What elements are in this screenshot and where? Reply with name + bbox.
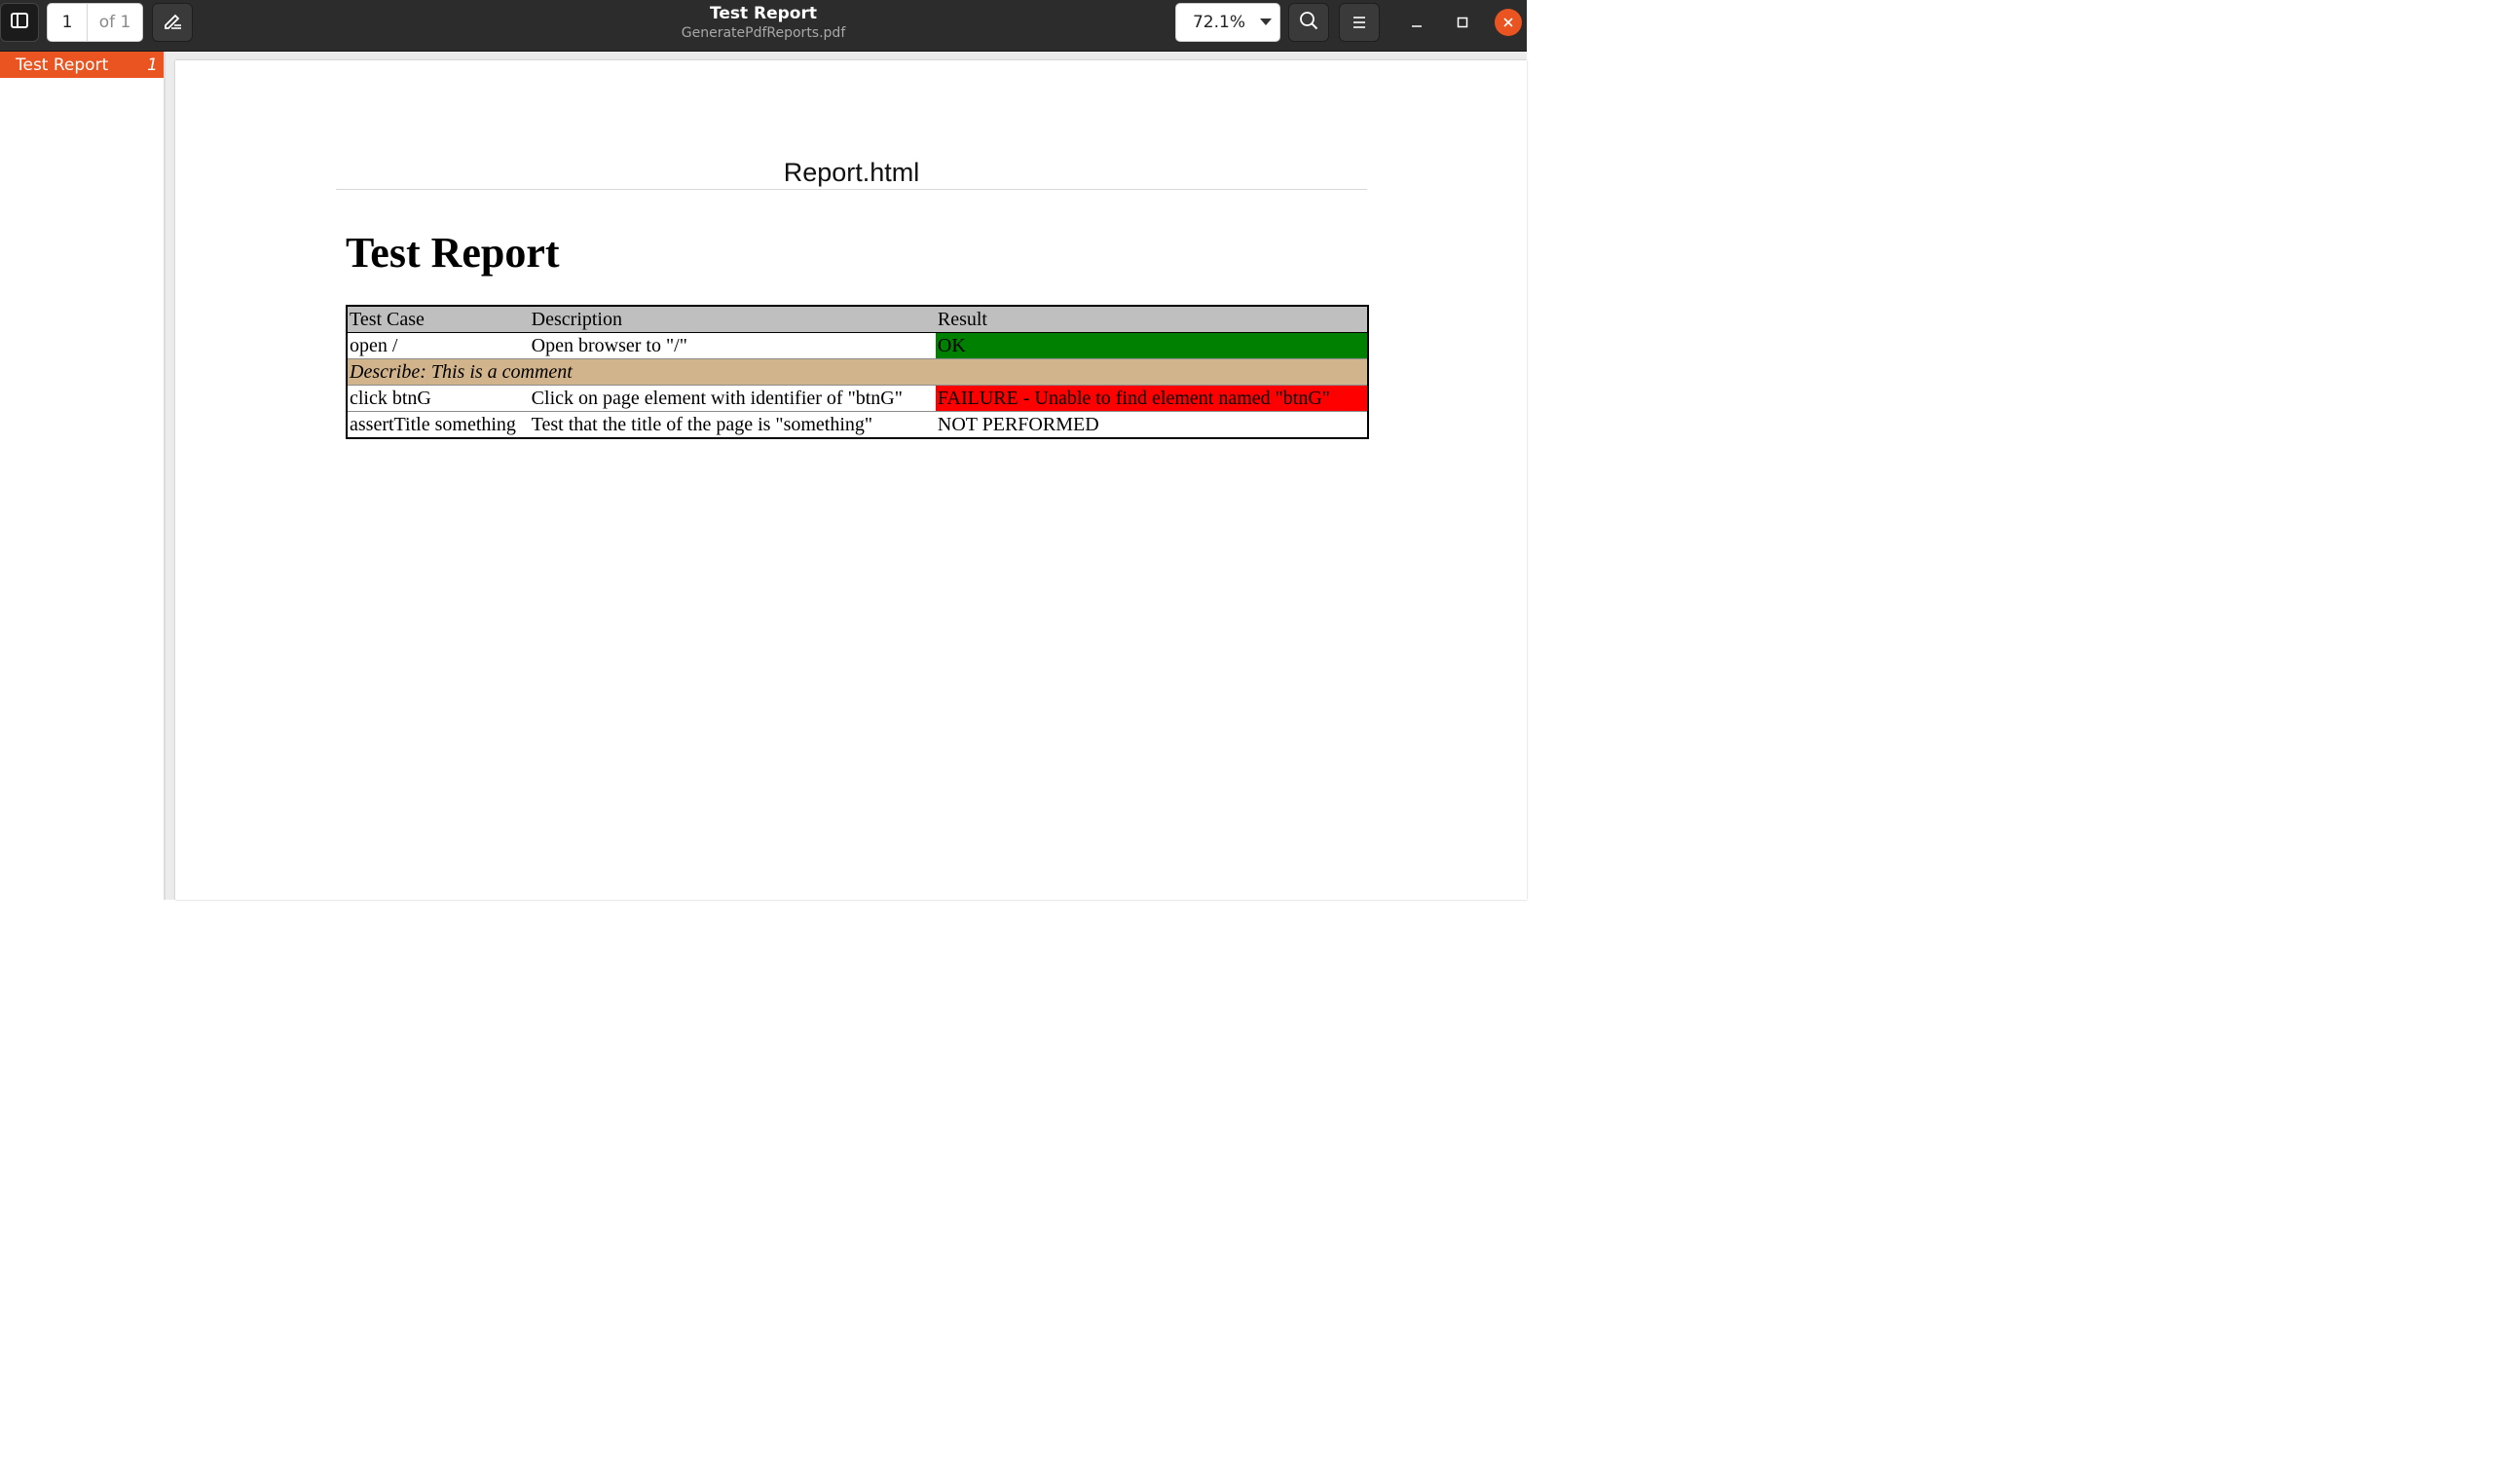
result-cell-failure: FAILURE - Unable to find element named "…	[935, 385, 1368, 412]
chevron-down-icon[interactable]	[1252, 19, 1279, 26]
table-header-row: Test Case Description Result	[347, 306, 1368, 333]
maximize-button[interactable]	[1448, 8, 1477, 37]
search-button[interactable]	[1288, 3, 1329, 42]
zoom-value: 72.1%	[1192, 13, 1245, 32]
test-case-cell: assertTitle something	[350, 413, 516, 435]
zoom-selector[interactable]: 72.1%	[1175, 3, 1280, 42]
description-cell: Click on page element with identifier of…	[529, 385, 936, 412]
column-header: Description	[529, 306, 936, 333]
column-header: Test Case	[347, 306, 530, 333]
page-total-label: of 1	[98, 13, 131, 32]
column-header: Result	[935, 306, 1368, 333]
outline-item-label: Test Report	[16, 55, 109, 75]
document-view[interactable]: Report.html Test Report Test Case Descri…	[166, 52, 1527, 900]
main-menu-button[interactable]	[1339, 3, 1380, 42]
test-case-cell: open /	[347, 332, 530, 359]
window-subtitle: GeneratePdfReports.pdf	[681, 25, 846, 41]
table-row: click btnG Click on page element with id…	[347, 385, 1368, 412]
outline-sidebar: Test Report 1	[0, 52, 166, 900]
window-title: Test Report	[709, 4, 817, 23]
result-cell-not-performed: NOT PERFORMED	[937, 413, 1099, 435]
pdf-page: Report.html Test Report Test Case Descri…	[175, 60, 1527, 900]
close-icon	[1502, 14, 1514, 32]
search-icon	[1299, 11, 1318, 34]
header-bar: 1 of 1 Test Report GeneratePdfReports.pd…	[0, 0, 1527, 52]
sidebar-toggle-button[interactable]	[0, 3, 39, 42]
test-case-cell: click btnG	[347, 385, 530, 412]
outline-item-page: 1	[147, 55, 158, 75]
maximize-icon	[1457, 14, 1468, 32]
result-cell-ok: OK	[935, 332, 1368, 359]
results-table: Test Case Description Result open / Open…	[346, 305, 1369, 439]
page-number-entry[interactable]: 1 of 1	[47, 3, 143, 42]
comment-cell: Describe: This is a comment	[347, 358, 1368, 386]
annotate-button[interactable]	[152, 3, 193, 42]
minimize-button[interactable]	[1402, 8, 1431, 37]
page-header: Report.html	[336, 158, 1367, 190]
outline-item-test-report[interactable]: Test Report 1	[0, 52, 164, 78]
annotate-pencil-icon	[163, 12, 182, 33]
sidebar-toggle-icon	[11, 13, 28, 32]
report-heading: Test Report	[346, 229, 560, 277]
table-row: assertTitle something Test that the titl…	[347, 412, 1368, 439]
table-row: open / Open browser to "/" OK	[347, 332, 1368, 359]
comment-row: Describe: This is a comment	[347, 358, 1368, 386]
page-number-input[interactable]: 1	[48, 4, 88, 41]
hamburger-menu-icon	[1352, 14, 1366, 32]
description-cell: Test that the title of the page is "some…	[531, 413, 873, 435]
window-title-area: Test Report GeneratePdfReports.pdf	[569, 4, 958, 42]
description-cell: Open browser to "/"	[529, 332, 936, 359]
close-button[interactable]	[1495, 9, 1522, 36]
minimize-icon	[1411, 14, 1423, 32]
